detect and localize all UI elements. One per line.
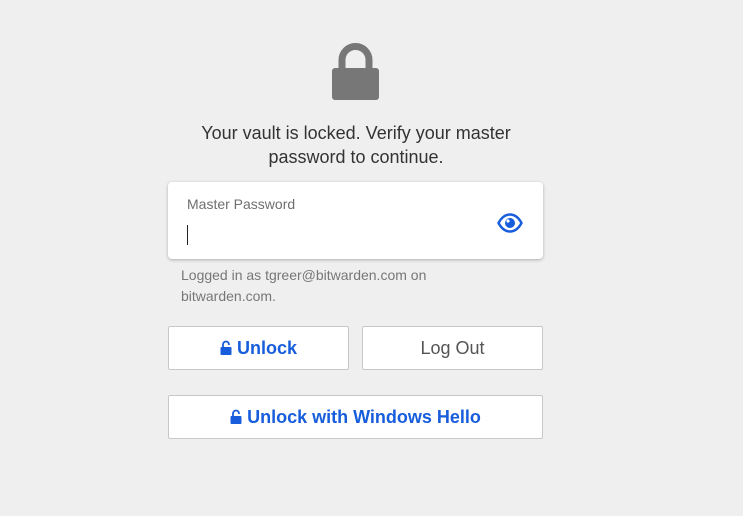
master-password-label: Master Password <box>187 196 296 212</box>
logged-in-info: Logged in as tgreer@bitwarden.com on bit… <box>181 267 427 304</box>
unlock-with-windows-hello-button[interactable]: Unlock with Windows Hello <box>168 395 543 439</box>
lock-message: Your vault is locked. Verify your master… <box>201 123 511 167</box>
log-out-button[interactable]: Log Out <box>362 326 543 370</box>
unlock-icon <box>230 409 242 424</box>
master-password-field[interactable]: Master Password <box>168 182 543 259</box>
unlock-icon <box>220 340 232 355</box>
master-password-input[interactable] <box>187 222 477 246</box>
log-out-label: Log Out <box>420 337 485 358</box>
unlock-button[interactable]: Unlock <box>168 326 349 370</box>
eye-icon[interactable] <box>497 211 523 235</box>
lock-icon <box>332 43 379 100</box>
text-caret <box>187 225 188 245</box>
unlock-with-windows-hello-label: Unlock with Windows Hello <box>247 406 481 427</box>
unlock-label: Unlock <box>236 337 297 358</box>
